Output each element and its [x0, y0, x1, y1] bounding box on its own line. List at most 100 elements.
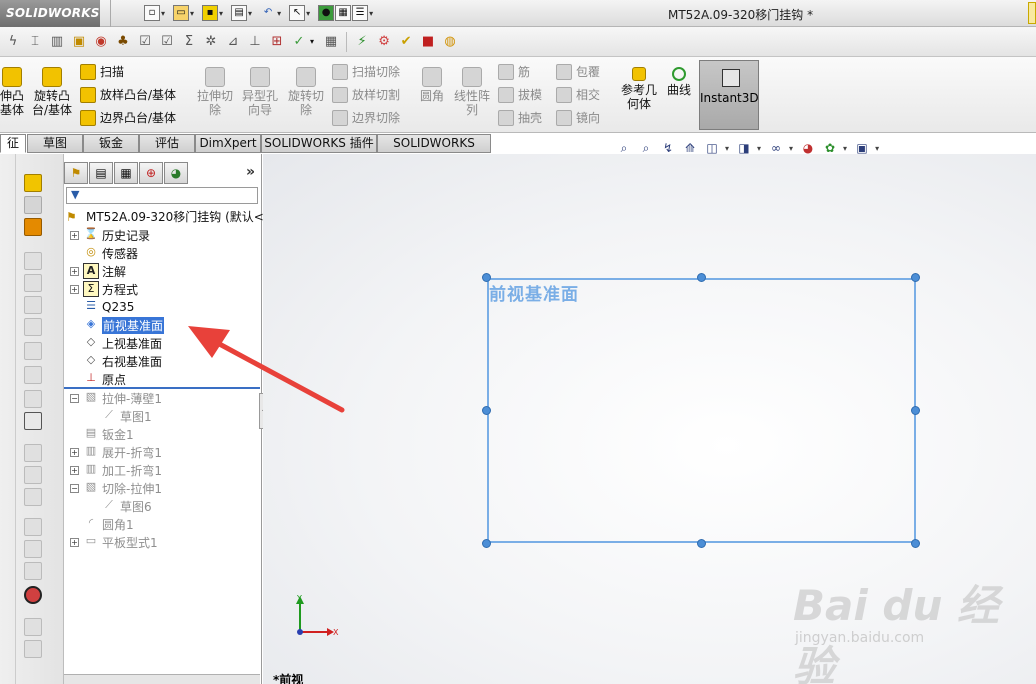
feature-tree-tab-icon[interactable]: ⚑: [64, 162, 88, 184]
new-dropdown-icon[interactable]: ▾: [161, 9, 165, 18]
plane-handle-top-left[interactable]: [482, 273, 491, 282]
expand-icon[interactable]: +: [70, 465, 79, 475]
revolve-cut-button[interactable]: 旋转切 除: [284, 67, 328, 117]
open-dropdown-icon[interactable]: ▾: [190, 9, 194, 18]
table-icon[interactable]: ▦: [322, 33, 340, 51]
tree-item-fillet1[interactable]: ◜ 圆角1: [70, 515, 134, 533]
tree-item-cut-extrude1[interactable]: − ▧ 切除-拉伸1: [70, 479, 162, 497]
simulation-icon[interactable]: ⚡: [353, 33, 371, 51]
stop-side-icon[interactable]: [24, 586, 42, 604]
measure-icon[interactable]: ◉: [92, 33, 110, 51]
design-check-icon[interactable]: ✔: [397, 33, 415, 51]
plane-handle-mid-left[interactable]: [482, 406, 491, 415]
select-dropdown-icon[interactable]: ▾: [306, 9, 310, 18]
options-icon[interactable]: ☰: [352, 5, 369, 21]
expand-icon[interactable]: +: [70, 230, 79, 240]
view-settings-icon[interactable]: ▣: [853, 140, 871, 156]
edit-appearance-icon[interactable]: ◕: [799, 140, 817, 156]
hide-show-dropdown-icon[interactable]: ▾: [789, 144, 793, 153]
expand-icon[interactable]: +: [70, 537, 79, 547]
mirror-side-icon[interactable]: [24, 466, 42, 484]
new-document-icon[interactable]: ▫: [144, 5, 160, 21]
undo-icon[interactable]: ↶: [260, 5, 276, 21]
configuration-manager-tab-icon[interactable]: ▦: [114, 162, 138, 184]
sketch-icon[interactable]: ϟ: [4, 33, 22, 51]
display-style-dropdown-icon[interactable]: ▾: [757, 144, 761, 153]
instant3d-button[interactable]: Instant3D: [699, 60, 759, 130]
plane-handle-top-mid[interactable]: [697, 273, 706, 282]
chamfer-side-icon[interactable]: [24, 318, 42, 336]
expand-icon[interactable]: +: [70, 447, 79, 457]
plane-handle-top-right[interactable]: [911, 273, 920, 282]
tab-solidworks-addins[interactable]: SOLIDWORKS 插件: [261, 134, 377, 153]
horizontal-scrollbar[interactable]: [64, 674, 260, 684]
tree-item-material[interactable]: ☰ Q235: [70, 298, 134, 316]
freeform-side-icon[interactable]: [24, 640, 42, 658]
zoom-to-fit-icon[interactable]: ⌕: [615, 140, 633, 156]
swept-cut-button[interactable]: 扫描切除: [332, 63, 400, 80]
boundary-boss-button[interactable]: 边界凸台/基体: [80, 109, 176, 126]
axis-icon[interactable]: ⊥: [246, 33, 264, 51]
verify-icon[interactable]: ✓: [290, 33, 308, 51]
logo-menu-arrow[interactable]: [101, 0, 111, 27]
print-icon[interactable]: ▤: [231, 5, 248, 21]
tree-item-sensors[interactable]: ◎ 传感器: [70, 244, 138, 262]
tree-item-front-plane[interactable]: ◈ 前视基准面: [70, 316, 165, 334]
tree-item-annotations[interactable]: + A 注解: [70, 262, 126, 280]
fillet-button[interactable]: 圆角: [414, 67, 450, 103]
print-dropdown-icon[interactable]: ▾: [248, 9, 252, 18]
rib-button[interactable]: 筋: [498, 63, 530, 80]
hole-wizard-button[interactable]: 异型孔 向导: [238, 67, 282, 117]
tree-item-thin-extrude[interactable]: − ▧ 拉伸-薄壁1: [70, 389, 162, 407]
apply-scene-dropdown-icon[interactable]: ▾: [843, 144, 847, 153]
analysis-icon[interactable]: ⚙: [375, 33, 393, 51]
plane-handle-bottom-left[interactable]: [482, 539, 491, 548]
shell-side-icon[interactable]: [24, 366, 42, 384]
save-icon[interactable]: ▪: [202, 5, 219, 21]
save-dropdown-icon[interactable]: ▾: [219, 9, 223, 18]
reference-icon[interactable]: ⊞: [268, 33, 286, 51]
mirror-button[interactable]: 镜向: [556, 109, 600, 126]
search-box-edge[interactable]: [1028, 2, 1036, 24]
revolve-boss-button[interactable]: 旋转凸 台/基体: [30, 67, 74, 117]
hole-side-icon[interactable]: [24, 274, 42, 292]
graphics-area[interactable]: 前视基准面 Y X *前视 Bai du 经验 jingyan.baidu.co…: [263, 154, 1036, 684]
mass-properties-icon[interactable]: ♣: [114, 33, 132, 51]
realview-icon[interactable]: ◍: [441, 33, 459, 51]
flex-side-icon[interactable]: [24, 540, 42, 558]
linear-pattern-button[interactable]: 线性阵 列: [452, 67, 492, 117]
hide-show-items-icon[interactable]: ∞: [767, 140, 785, 156]
tab-sheet-metal[interactable]: 钣金: [83, 134, 139, 153]
rib-side-icon[interactable]: [24, 342, 42, 360]
view-orientation-dropdown-icon[interactable]: ▾: [725, 144, 729, 153]
tab-dimxpert[interactable]: DimXpert: [195, 134, 261, 153]
section-view-icon[interactable]: ⟰: [681, 140, 699, 156]
undo-dropdown-icon[interactable]: ▾: [277, 9, 281, 18]
intersect-button[interactable]: 相交: [556, 86, 600, 103]
tab-solidworks-mbd[interactable]: SOLIDWORKS MBD: [377, 134, 491, 167]
select-cursor-icon[interactable]: ↖: [289, 5, 306, 21]
plane-icon[interactable]: ⊿: [224, 33, 242, 51]
tree-item-top-plane[interactable]: ◇ 上视基准面: [70, 334, 162, 352]
extrude-cut-button[interactable]: 拉伸切 除: [193, 67, 237, 117]
tree-item-process-bend1[interactable]: + ▥ 加工-折弯1: [70, 461, 162, 479]
hole-icon[interactable]: ▣: [70, 33, 88, 51]
tab-features[interactable]: 征: [0, 134, 26, 153]
combine-side-icon[interactable]: [24, 562, 42, 580]
apply-scene-icon[interactable]: ✿: [821, 140, 839, 156]
draft-side-icon[interactable]: [24, 390, 42, 408]
loft-side-icon[interactable]: [24, 218, 42, 236]
verify-dropdown-icon[interactable]: ▾: [310, 37, 314, 46]
linear-pattern-icon[interactable]: ▥: [48, 33, 66, 51]
tree-item-unfold-bend1[interactable]: + ▥ 展开-折弯1: [70, 443, 162, 461]
tree-filter-field[interactable]: ▼: [66, 187, 258, 204]
tab-sketch[interactable]: 草图: [27, 134, 83, 153]
smart-dimension-icon[interactable]: ⌶: [26, 33, 44, 51]
tree-item-equations[interactable]: + Σ 方程式: [70, 280, 138, 298]
display-style-icon[interactable]: ◨: [735, 140, 753, 156]
tree-item-flat-pattern1[interactable]: + ▭ 平板型式1: [70, 533, 158, 551]
plane-handle-mid-right[interactable]: [911, 406, 920, 415]
view-orientation-icon[interactable]: ◫: [703, 140, 721, 156]
extrude-boss-side-icon[interactable]: [24, 174, 42, 192]
tree-item-sketch1[interactable]: ⟋ 草图1: [88, 407, 152, 425]
